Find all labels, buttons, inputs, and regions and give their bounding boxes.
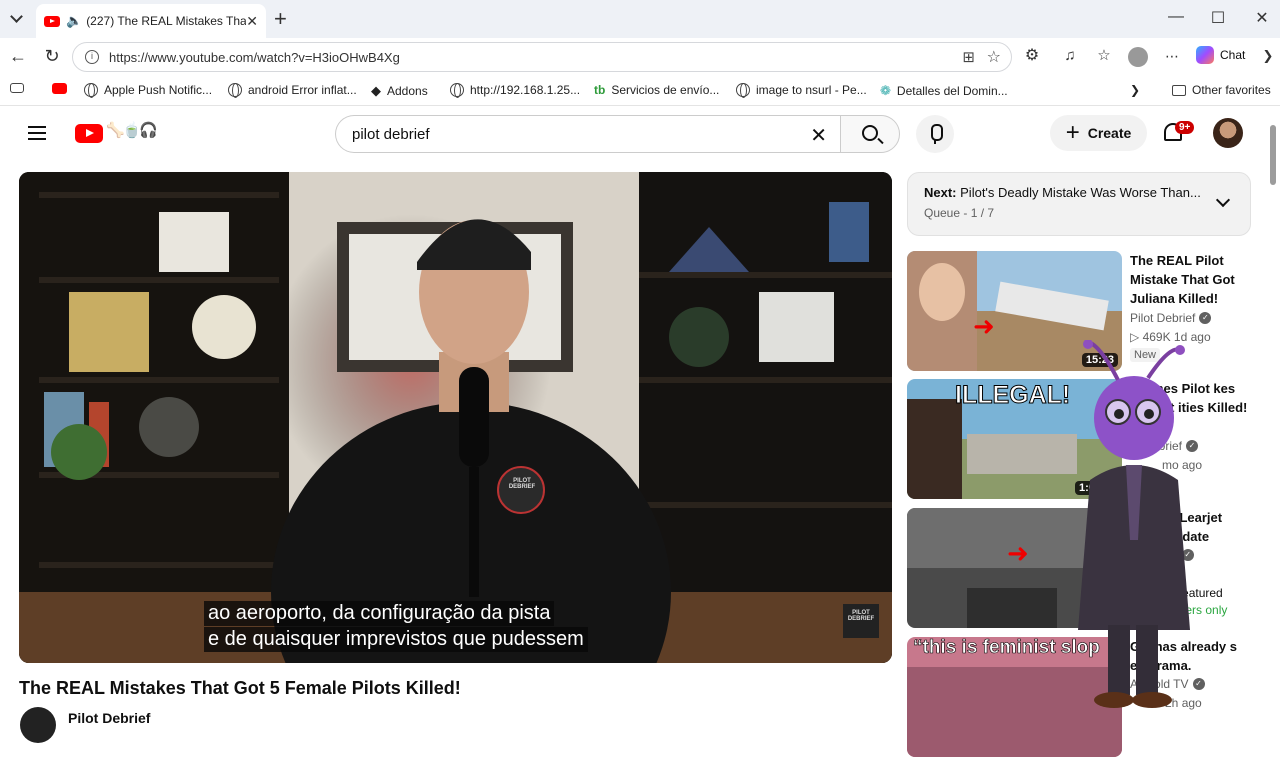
channel-watermark: PILOT DEBRIEF	[847, 610, 875, 622]
channel-avatar[interactable]	[20, 707, 56, 743]
sidebar-chevron-icon[interactable]: ❯	[1258, 46, 1278, 66]
shirt-logo-text: PILOT DEBRIEF	[508, 478, 536, 490]
youtube-logo-icon[interactable]	[75, 124, 103, 143]
reload-icon[interactable]: ↻	[42, 46, 62, 66]
thumb-scene	[967, 588, 1057, 628]
minimize-icon[interactable]: —	[1166, 8, 1186, 26]
site-info-icon[interactable]: i	[85, 50, 99, 64]
close-window-icon[interactable]: ✕	[1252, 8, 1272, 28]
speaker-icon[interactable]: 🔈	[66, 13, 82, 29]
bookmark-youtube[interactable]	[52, 83, 67, 94]
menu-hamburger-icon[interactable]	[28, 126, 46, 140]
scrollbar-thumb[interactable]	[1270, 125, 1276, 185]
browser-tab-strip: 🔈 (227) The REAL Mistakes That ✕ + — ☐ ✕	[0, 0, 1280, 38]
queue-next: Next: Pilot's Deadly Mistake Was Worse T…	[924, 185, 1234, 200]
folder-icon	[1172, 84, 1186, 96]
globe-icon	[736, 83, 750, 98]
bookmarks-overflow-icon[interactable]: ❯	[1130, 83, 1140, 97]
thumb-face	[919, 263, 965, 321]
caption-line-2: e de quaisquer imprevistos que pudessem	[204, 627, 588, 652]
bookmark-item[interactable]: android Error inflat...	[228, 83, 357, 98]
domain-icon: ❁	[880, 83, 891, 98]
voice-search-button[interactable]	[916, 115, 954, 153]
playlist-queue-panel[interactable]: Next: Pilot's Deadly Mistake Was Worse T…	[907, 172, 1251, 236]
chat-label: Chat	[1220, 48, 1246, 62]
doodle-icon[interactable]: 🦴🍵🎧	[106, 121, 158, 139]
video-frame	[19, 172, 892, 663]
bookmarks-bar: Apple Push Notific... android Error infl…	[0, 76, 1280, 106]
bookmark-item[interactable]: ◆ Addons	[371, 83, 428, 99]
search-input[interactable]: pilot debrief ✕	[335, 115, 841, 153]
favorites-icon[interactable]: ☆	[1094, 46, 1114, 66]
rec-channel[interactable]: Pilot Debrief ✓	[1130, 311, 1212, 325]
thumb-wreck	[967, 434, 1077, 474]
bookmark-item[interactable]: tb Servicios de envío...	[594, 83, 719, 97]
account-avatar[interactable]	[1213, 118, 1243, 148]
profile-icon[interactable]	[1128, 47, 1148, 67]
copilot-icon	[1196, 46, 1214, 64]
tab-actions-icon[interactable]	[10, 83, 24, 93]
browser-tab-active[interactable]: 🔈 (227) The REAL Mistakes That ✕	[36, 4, 266, 38]
create-button[interactable]: + Create	[1050, 115, 1147, 151]
bookmark-item[interactable]: Apple Push Notific...	[84, 83, 212, 98]
more-menu-icon[interactable]: ⋯	[1162, 46, 1182, 66]
globe-icon	[450, 83, 464, 98]
create-label: Create	[1087, 125, 1132, 141]
extensions-icon[interactable]: ⚙	[1022, 46, 1042, 66]
search-button[interactable]	[840, 115, 900, 153]
globe-icon	[228, 83, 242, 98]
bookmark-item[interactable]: ❁ Detalles del Domin...	[880, 83, 1008, 99]
caption-line-1: ao aeroporto, da configuração da pista	[204, 601, 555, 626]
thumb-person	[907, 399, 962, 499]
app-grid-icon[interactable]: ⊞	[962, 48, 975, 66]
browser-toolbar: ← ↻ i https://www.youtube.com/watch?v=H3…	[0, 38, 1280, 76]
address-bar[interactable]: i https://www.youtube.com/watch?v=H3ioOH…	[72, 42, 1012, 72]
red-arrow-icon: ➜	[973, 311, 995, 341]
queue-position: Queue - 1 / 7	[924, 206, 995, 220]
new-tab-button[interactable]: +	[274, 6, 287, 32]
url-text: https://www.youtube.com/watch?v=H3ioOHwB…	[109, 49, 400, 65]
globe-icon	[84, 83, 98, 98]
next-label: Next:	[924, 185, 957, 200]
addons-icon: ◆	[371, 83, 381, 98]
tb-icon: tb	[594, 83, 606, 97]
thumb-text: ILLEGAL!	[954, 381, 1071, 410]
back-arrow-icon[interactable]: ←	[8, 46, 28, 66]
video-title: The REAL Mistakes That Got 5 Female Pilo…	[19, 678, 461, 698]
tab-close-icon[interactable]: ✕	[246, 13, 258, 30]
favorite-star-icon[interactable]: ☆	[987, 47, 1001, 67]
red-arrow-icon: ➜	[1007, 538, 1029, 568]
bookmark-item[interactable]: image to nsurl - Pe...	[736, 83, 867, 98]
search-icon	[862, 125, 878, 141]
bookmark-item[interactable]: http://192.168.1.25...	[450, 83, 580, 98]
next-title: Pilot's Deadly Mistake Was Worse Than...	[960, 185, 1201, 200]
tab-title: (227) The REAL Mistakes That	[86, 14, 247, 28]
copilot-chat-button[interactable]: Chat	[1196, 46, 1245, 64]
notification-badge: 9+	[1175, 121, 1195, 134]
plus-icon: +	[1065, 119, 1080, 146]
youtube-favicon-icon	[44, 15, 60, 27]
page-scrollbar[interactable]	[1266, 107, 1280, 720]
channel-name[interactable]: Pilot Debrief	[68, 710, 150, 726]
youtube-masthead: 🦴🍵🎧 pilot debrief ✕ + Create 9+	[0, 107, 1265, 159]
other-favorites[interactable]: Other favorites	[1172, 83, 1271, 97]
mascot-overlay	[1078, 340, 1190, 708]
clear-search-icon[interactable]: ✕	[810, 123, 827, 148]
video-player[interactable]: PILOT DEBRIEF PILOT DEBRIEF ao aeroporto…	[19, 172, 892, 663]
verified-icon: ✓	[1199, 312, 1212, 324]
search-query: pilot debrief	[352, 125, 430, 143]
media-icon[interactable]: ♫	[1060, 46, 1080, 66]
rec-title: The REAL Pilot Mistake That Got Juliana …	[1130, 253, 1235, 306]
maximize-icon[interactable]: ☐	[1208, 8, 1228, 28]
tab-list-chevron-icon[interactable]	[10, 10, 23, 23]
